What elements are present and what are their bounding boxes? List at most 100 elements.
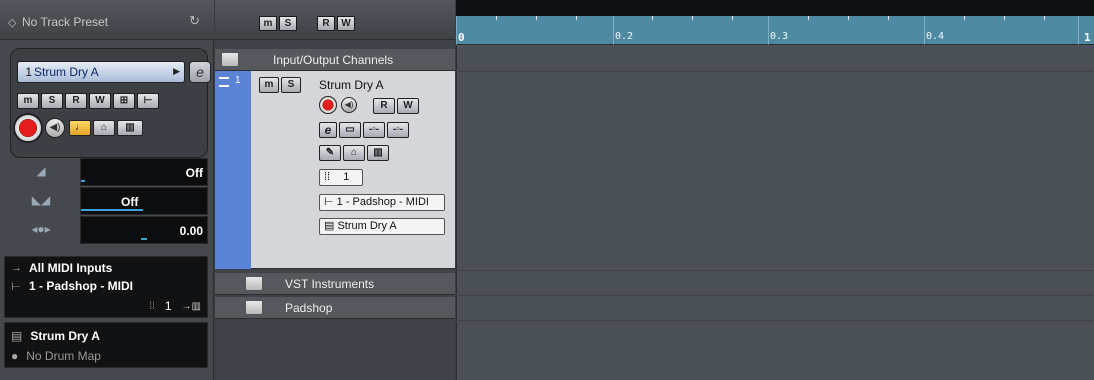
pan-icon: ◂●▸ bbox=[31, 222, 51, 236]
track-lock-button[interactable]: ⌂ bbox=[343, 145, 365, 161]
drum-map-icon: ● bbox=[11, 349, 19, 363]
global-solo-button[interactable]: S bbox=[279, 16, 297, 31]
transpose-field[interactable]: Off bbox=[80, 187, 208, 215]
volume-row: ◢ Off bbox=[0, 158, 214, 186]
ruler-label: 0.2 bbox=[615, 31, 634, 42]
keyboard-icon[interactable]: →▥ bbox=[182, 301, 201, 312]
transpose-meter bbox=[81, 209, 143, 211]
track-name-field[interactable]: ▤ Strum Dry A bbox=[319, 218, 445, 235]
ruler-top-bar bbox=[456, 0, 1094, 16]
midi-output-selector[interactable]: ⊢ 1 - Padshop - MIDI bbox=[11, 277, 133, 295]
folder-icon bbox=[245, 300, 263, 315]
input-icon: → bbox=[11, 262, 22, 274]
timeline-ruler[interactable]: 0 0.2 0.3 0.4 1 bbox=[456, 16, 1094, 45]
edit-instrument-button[interactable]: e bbox=[189, 61, 211, 83]
timeline-start-line bbox=[456, 45, 457, 380]
volume-icon: ◢ bbox=[36, 164, 46, 178]
track-output-icon: ⊢ bbox=[324, 196, 334, 208]
track-preset-selector[interactable]: ◇ No Track Preset ↻ bbox=[8, 12, 208, 32]
mute-button[interactable]: m bbox=[17, 93, 39, 109]
musical-timebase-button[interactable]: ♩ bbox=[69, 120, 91, 136]
track-output-field[interactable]: ⊢ 1 - Padshop - MIDI bbox=[319, 194, 445, 211]
global-track-buttons: m S R W bbox=[259, 16, 355, 31]
track-read-button[interactable]: R bbox=[373, 98, 395, 114]
track-pencil-button[interactable]: ✎ bbox=[319, 145, 341, 161]
track-list-button[interactable]: ▭ bbox=[339, 122, 361, 138]
track-monitor-button[interactable]: ◀) bbox=[341, 97, 357, 113]
track-insert-button[interactable]: -▫- bbox=[363, 122, 385, 138]
track-list-header: m S R W bbox=[215, 0, 455, 40]
notepad-row[interactable]: ▤ Strum Dry A bbox=[11, 326, 100, 346]
global-mute-button[interactable]: m bbox=[259, 16, 277, 31]
inspector-track-section: 1 Strum Dry A ▶ e m S R W ⊞ ⊢ ◀) ♩ ⌂ ▥ bbox=[10, 48, 211, 158]
lane-divider bbox=[456, 71, 1094, 72]
pan-meter bbox=[141, 238, 147, 240]
pan-field[interactable]: 0.00 bbox=[80, 216, 208, 244]
folder-name: Padshop bbox=[285, 301, 333, 315]
ruler-label: 0.3 bbox=[770, 31, 789, 42]
transpose-value: Off bbox=[121, 195, 139, 209]
track-solo-button[interactable]: S bbox=[281, 77, 301, 93]
global-write-button[interactable]: W bbox=[337, 16, 355, 31]
inspector-track-name[interactable]: 1 Strum Dry A ▶ bbox=[17, 61, 185, 83]
track-channel-value: 1 bbox=[343, 171, 350, 183]
inspector-button-row-2: ♩ ⌂ ▥ bbox=[69, 120, 143, 136]
track-mute-button[interactable]: m bbox=[259, 77, 279, 93]
track-button-row-4: ✎ ⌂ ▥ bbox=[319, 145, 389, 161]
write-automation-button[interactable]: W bbox=[89, 93, 111, 109]
inspector-header: ◇ No Track Preset ↻ bbox=[0, 0, 214, 40]
midi-track[interactable]: 1 m S Strum Dry A ◀) R W e ▭ -▫- -▫- ✎ ⌂… bbox=[215, 71, 455, 269]
track-channel-field[interactable]: ⁞⁞ 1 bbox=[319, 169, 363, 186]
grid-icon: ⁞⁞ bbox=[149, 300, 155, 312]
midi-track-icon bbox=[219, 77, 229, 87]
ruler-label: 0.4 bbox=[926, 31, 945, 42]
diamond-icon: ◇ bbox=[8, 16, 17, 29]
track-write-button[interactable]: W bbox=[397, 98, 419, 114]
edit-in-place-button[interactable]: ⊞ bbox=[113, 93, 135, 109]
track-name-field-value: Strum Dry A bbox=[337, 220, 397, 232]
track-notepad-icon: ▤ bbox=[324, 220, 335, 232]
inspector-button-row: m S R W ⊞ ⊢ bbox=[17, 93, 159, 109]
volume-meter bbox=[81, 180, 85, 182]
drum-map-selector[interactable]: ● No Drum Map bbox=[11, 346, 101, 366]
global-read-button[interactable]: R bbox=[317, 16, 335, 31]
arrangement-area[interactable]: 0 0.2 0.3 0.4 1 bbox=[456, 0, 1094, 380]
track-sends-button[interactable]: -▫- bbox=[387, 122, 409, 138]
folder-icon bbox=[245, 276, 263, 291]
folder-track-padshop[interactable]: Padshop bbox=[215, 297, 455, 319]
track-ms-buttons: m S bbox=[259, 77, 301, 93]
lock-button[interactable]: ⌂ bbox=[93, 120, 115, 136]
solo-button[interactable]: S bbox=[41, 93, 63, 109]
pan-value: 0.00 bbox=[179, 224, 203, 238]
output-routing-button[interactable]: ⊢ bbox=[137, 93, 159, 109]
monitor-button[interactable]: ◀) bbox=[45, 118, 65, 138]
pan-row: ◂●▸ 0.00 bbox=[0, 216, 214, 244]
midi-channel-selector[interactable]: ⁞⁞ 1 →▥ bbox=[149, 299, 201, 313]
lanes-button[interactable]: ▥ bbox=[117, 120, 143, 136]
folder-track-input-output[interactable]: Input/Output Channels bbox=[215, 49, 455, 71]
record-enable-button[interactable] bbox=[13, 113, 43, 143]
track-preset-label: No Track Preset bbox=[22, 15, 109, 29]
track-index: 1 bbox=[235, 75, 241, 86]
volume-field[interactable]: Off bbox=[80, 158, 208, 186]
output-icon: ⊢ bbox=[11, 280, 21, 293]
reload-icon[interactable]: ↻ bbox=[189, 13, 200, 29]
folder-icon bbox=[221, 52, 239, 67]
track-edit-instrument-button[interactable]: e bbox=[319, 122, 337, 138]
inspector-panel: ◇ No Track Preset ↻ 1 Strum Dry A ▶ e m … bbox=[0, 0, 214, 380]
map-section: ▤ Strum Dry A ● No Drum Map bbox=[4, 322, 208, 368]
lane-divider bbox=[456, 270, 1094, 271]
folder-track-vst-instruments[interactable]: VST Instruments bbox=[215, 273, 455, 295]
read-automation-button[interactable]: R bbox=[65, 93, 87, 109]
track-number: 1 bbox=[25, 65, 32, 79]
midi-output-label: 1 - Padshop - MIDI bbox=[29, 279, 134, 293]
track-color-strip[interactable]: 1 bbox=[215, 71, 251, 269]
map-track-name: Strum Dry A bbox=[30, 329, 100, 343]
track-record-button[interactable] bbox=[319, 96, 337, 114]
track-button-row-3: e ▭ -▫- -▫- bbox=[319, 122, 409, 138]
channel-grid-icon: ⁞⁞ bbox=[324, 171, 331, 183]
folder-name: Input/Output Channels bbox=[273, 53, 394, 67]
midi-input-selector[interactable]: → All MIDI Inputs bbox=[11, 259, 112, 277]
track-lanes-button[interactable]: ▥ bbox=[367, 145, 389, 161]
arrow-right-icon: ▶ bbox=[173, 66, 180, 76]
